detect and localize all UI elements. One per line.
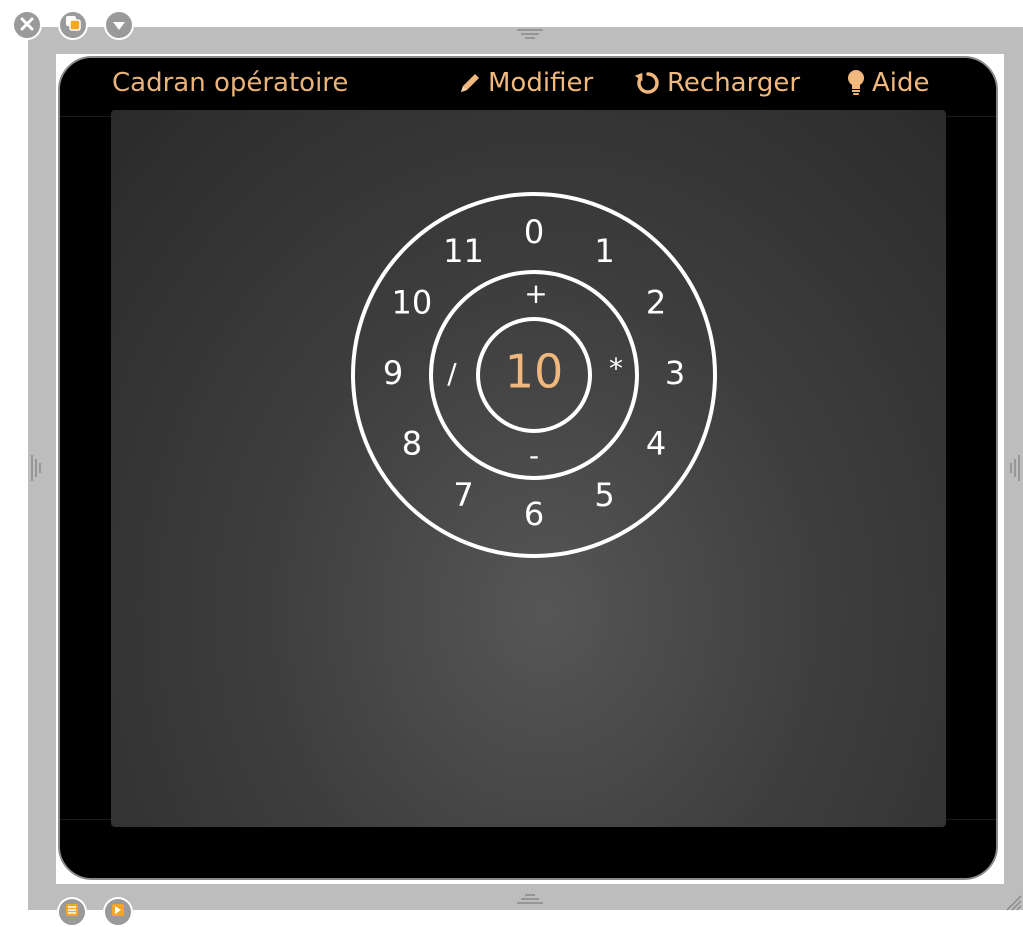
chevron-down-icon: [112, 16, 126, 35]
operator-minus[interactable]: -: [529, 439, 539, 472]
widget-footer: [60, 819, 996, 878]
duplicate-icon: [65, 15, 81, 35]
widget-title: Cadran opératoire: [112, 68, 349, 98]
layer-up-button[interactable]: [103, 897, 133, 927]
aide-button[interactable]: Aide: [846, 68, 930, 98]
layer-up-icon: [110, 902, 126, 922]
resize-handle-right[interactable]: [1008, 453, 1022, 483]
close-icon: [20, 16, 34, 35]
close-button[interactable]: [12, 10, 42, 40]
operator-multiply[interactable]: *: [609, 352, 623, 385]
modifier-label: Modifier: [488, 68, 594, 98]
dial-number-3[interactable]: 3: [665, 354, 685, 392]
resize-grip-corner[interactable]: [1003, 892, 1023, 912]
recharger-button[interactable]: Recharger: [635, 68, 800, 98]
dial-number-9[interactable]: 9: [383, 354, 403, 392]
resize-handle-bottom[interactable]: [515, 892, 545, 906]
dial-number-8[interactable]: 8: [402, 425, 422, 463]
duplicate-button[interactable]: [58, 10, 88, 40]
lightbulb-icon: [846, 69, 866, 97]
dial-number-1[interactable]: 1: [594, 232, 614, 270]
layer-down-button[interactable]: [57, 897, 87, 927]
operator-divide[interactable]: /: [447, 357, 457, 390]
aide-label: Aide: [872, 68, 930, 98]
resize-handle-left[interactable]: [29, 453, 43, 483]
dial-number-2[interactable]: 2: [646, 284, 666, 322]
pencil-icon: [458, 71, 482, 95]
modifier-button[interactable]: Modifier: [458, 68, 593, 98]
dial-number-4[interactable]: 4: [646, 425, 666, 463]
dial-number-11[interactable]: 11: [443, 232, 484, 270]
dial-number-10[interactable]: 10: [392, 284, 433, 322]
dial-number-7[interactable]: 7: [453, 476, 473, 514]
recharger-label: Recharger: [667, 68, 801, 98]
dial-number-6[interactable]: 6: [524, 495, 544, 533]
reload-icon: [635, 70, 661, 96]
dial-number-5[interactable]: 5: [594, 476, 614, 514]
dial-number-0[interactable]: 0: [524, 213, 544, 251]
dial-center-value: 10: [505, 345, 564, 399]
layer-down-icon: [64, 902, 80, 922]
dial-canvas: 0 1 2 3 4 5 6 7 8 9 10 11 + * - / 10: [111, 110, 946, 827]
menu-button[interactable]: [104, 10, 134, 40]
operator-dial: 0 12 3 45 6 78 9 10 11 + * - / 10: [351, 192, 717, 558]
resize-handle-top[interactable]: [515, 27, 545, 41]
operator-plus[interactable]: +: [524, 277, 547, 310]
